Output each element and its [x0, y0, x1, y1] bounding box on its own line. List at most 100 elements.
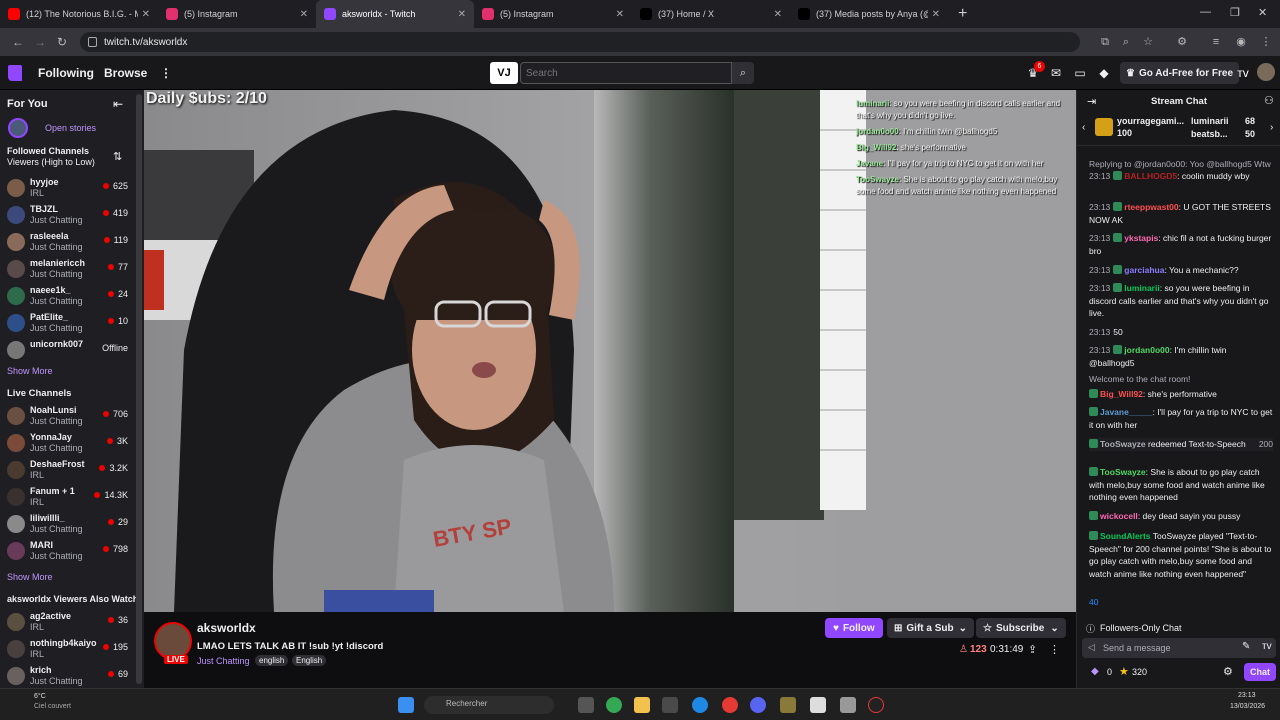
sidebar-channel[interactable]: Fanum + 1 IRL 14.3K: [0, 485, 136, 511]
file-explorer-icon[interactable]: [634, 697, 650, 713]
share-icon[interactable]: ⇪: [1028, 643, 1037, 656]
more-options-icon[interactable]: ⋮: [1049, 643, 1060, 656]
sidebar-channel[interactable]: NoahLunsi Just Chatting 706: [0, 404, 136, 430]
search-input[interactable]: [520, 62, 732, 84]
sidebar-channel[interactable]: hyyjoe IRL 625: [0, 176, 136, 202]
browser-tab[interactable]: (37) Media posts by Anya (@a ✕: [790, 0, 948, 28]
more-menu-icon[interactable]: ⋮: [160, 66, 172, 80]
leader-1-name[interactable]: yourragegami...: [1117, 116, 1184, 126]
prime-gem-icon[interactable]: ◆: [1097, 66, 1111, 80]
extensions-icon[interactable]: ⚙: [1176, 36, 1188, 48]
leader-3-name[interactable]: beatsb...: [1191, 129, 1228, 139]
clock-time[interactable]: 23:13: [1238, 692, 1256, 699]
sidebar-channel[interactable]: YonnaJay Just Chatting 3K: [0, 431, 136, 457]
sort-icon[interactable]: ⇅: [113, 150, 122, 163]
tag-2[interactable]: English: [292, 655, 327, 666]
show-more-followed[interactable]: Show More: [7, 366, 53, 376]
close-window-button[interactable]: ✕: [1258, 6, 1267, 19]
chat-username[interactable]: Big_Will92: [1100, 389, 1143, 399]
sidebar-channel[interactable]: TBJZL Just Chatting 419: [0, 203, 136, 229]
chat-input[interactable]: ◁ Send a message ✎ ᴛᴠ: [1082, 638, 1276, 658]
chat-username[interactable]: Javane_____: [1100, 407, 1152, 417]
video-player[interactable]: BTY SP Daily $ubs: 2/10 luminarii: so yo…: [144, 90, 1076, 612]
search-icon[interactable]: ⌕: [732, 62, 754, 84]
opera-icon[interactable]: [722, 697, 738, 713]
user-avatar[interactable]: [1257, 63, 1275, 81]
discord-icon[interactable]: [750, 697, 766, 713]
chat-username[interactable]: jordan0o00: [1124, 345, 1169, 355]
settings-icon[interactable]: [840, 697, 856, 713]
edge-icon[interactable]: [692, 697, 708, 713]
chat-username[interactable]: luminarii: [1124, 283, 1159, 293]
chat-send-button[interactable]: Chat: [1244, 663, 1276, 681]
ad-free-button[interactable]: ♛ Go Ad-Free for Free: [1120, 62, 1240, 84]
browser-tab[interactable]: (5) Instagram ✕: [474, 0, 632, 28]
following-link[interactable]: Following: [38, 66, 94, 80]
tag-1[interactable]: english: [255, 655, 289, 666]
minimize-button[interactable]: —: [1200, 6, 1211, 18]
sidebar-channel[interactable]: unicornk007 Offline: [0, 338, 136, 364]
sidebar-channel[interactable]: krich Just Chatting 69: [0, 664, 136, 688]
media-icon[interactable]: ≡: [1210, 36, 1222, 48]
emote-icon[interactable]: ✎: [1242, 641, 1250, 652]
sidebar-channel[interactable]: naeee1k_ Just Chatting 24: [0, 284, 136, 310]
sidebar-scrollbar[interactable]: [136, 94, 142, 684]
inbox-icon[interactable]: ✉: [1049, 66, 1063, 80]
users-icon[interactable]: ⚇: [1264, 94, 1274, 107]
weather-temp[interactable]: 6°C: [34, 693, 46, 700]
close-tab-icon[interactable]: ✕: [300, 9, 308, 20]
sidebar-channel[interactable]: PatElite_ Just Chatting 10: [0, 311, 136, 337]
chat-settings-icon[interactable]: ⚙: [1223, 665, 1233, 678]
subscribe-button[interactable]: ☆ Subscribe ⌄: [976, 618, 1066, 638]
leaderboard-next-icon[interactable]: ›: [1270, 122, 1273, 133]
twitch-logo-icon[interactable]: [8, 65, 22, 81]
taskbar-search[interactable]: Rechercher: [424, 696, 554, 714]
channel-name[interactable]: aksworldx: [197, 621, 256, 635]
chrome-icon[interactable]: [606, 697, 622, 713]
vj-logo-icon[interactable]: VJ: [490, 62, 518, 84]
start-icon[interactable]: [398, 697, 414, 713]
tv-icon[interactable]: ᴛᴠ: [1236, 66, 1250, 80]
leaderboard-prev-icon[interactable]: ‹: [1082, 122, 1085, 133]
sidebar-channel[interactable]: DeshaeFrost IRL 3.2K: [0, 458, 136, 484]
translate-icon[interactable]: ⧉: [1099, 36, 1111, 48]
chat-username[interactable]: SoundAlerts: [1100, 531, 1151, 541]
follow-button[interactable]: ♥ Follow: [825, 618, 883, 638]
chat-username[interactable]: BALLHOGD5: [1124, 171, 1177, 181]
store-icon[interactable]: [662, 697, 678, 713]
leader-2-name[interactable]: luminarii: [1191, 116, 1229, 126]
notepad-icon[interactable]: [810, 697, 826, 713]
open-stories-link[interactable]: Open stories: [45, 123, 96, 133]
bookmark-star-icon[interactable]: ☆: [1142, 36, 1154, 48]
menu-icon[interactable]: ⋮: [1260, 36, 1272, 48]
reload-icon[interactable]: ↻: [50, 35, 74, 49]
bits-icon[interactable]: ◆: [1091, 666, 1099, 677]
sidebar-channel[interactable]: melaniericch Just Chatting 77: [0, 257, 136, 283]
collapse-sidebar-icon[interactable]: ⇤: [113, 97, 123, 111]
new-tab-button[interactable]: +: [948, 5, 977, 23]
gift-sub-button[interactable]: ⊞ Gift a Sub ⌄: [887, 618, 975, 638]
sidebar-channel[interactable]: liliwillli_ Just Chatting 29: [0, 512, 136, 538]
chat-username[interactable]: rteeppwast00: [1124, 202, 1178, 212]
whispers-icon[interactable]: ▭: [1073, 66, 1087, 80]
chat-username[interactable]: wickocell: [1100, 511, 1138, 521]
show-more-live[interactable]: Show More: [7, 572, 53, 582]
chat-username[interactable]: TooSwayze: [1100, 439, 1146, 449]
mute-icon[interactable]: ◁: [1088, 642, 1095, 653]
browse-link[interactable]: Browse: [104, 66, 147, 80]
browser-tab[interactable]: aksworldx - Twitch ✕: [316, 0, 474, 28]
category-link[interactable]: Just Chatting: [197, 656, 250, 666]
close-tab-icon[interactable]: ✕: [932, 9, 940, 20]
forward-icon[interactable]: →: [28, 35, 52, 49]
chat-username[interactable]: garciahua: [1124, 265, 1164, 275]
game-icon[interactable]: [868, 697, 884, 713]
chat-username[interactable]: ykstapis: [1124, 233, 1158, 243]
sidebar-channel[interactable]: rasleeela Just Chatting 119: [0, 230, 136, 256]
channel-points-icon[interactable]: ★: [1119, 665, 1129, 678]
prime-icon[interactable]: ᴛᴠ: [1262, 641, 1272, 652]
close-tab-icon[interactable]: ✕: [458, 9, 466, 20]
sidebar-channel[interactable]: ag2active IRL 36: [0, 610, 136, 636]
app-icon[interactable]: [780, 697, 796, 713]
maximize-button[interactable]: ❐: [1230, 6, 1240, 19]
browser-tab[interactable]: (12) The Notorious B.I.G. - Mo N ✕: [0, 0, 158, 28]
